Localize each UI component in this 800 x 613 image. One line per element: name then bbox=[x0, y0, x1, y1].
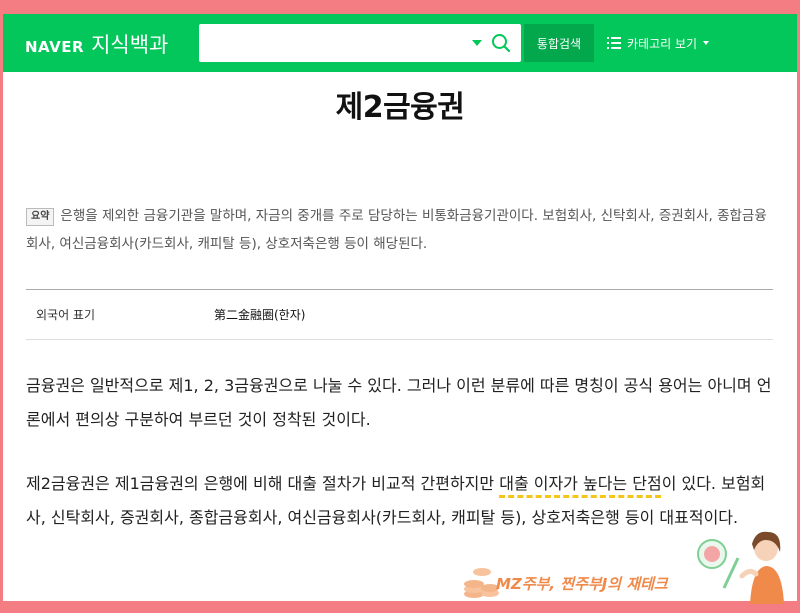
highlighted-text: 대출 이자가 높다는 단점 bbox=[499, 474, 662, 493]
integrated-search-button[interactable]: 통합검색 bbox=[524, 24, 594, 62]
naver-logo[interactable]: NAVER 지식백과 bbox=[25, 29, 168, 59]
search-icon[interactable] bbox=[490, 32, 512, 54]
info-value: 第二金融圈(한자) bbox=[214, 308, 306, 322]
category-view-button[interactable]: 카테고리 보기 bbox=[607, 24, 710, 62]
caret-down-icon[interactable] bbox=[472, 40, 482, 46]
page-title: 제2금융권 bbox=[335, 90, 465, 125]
logo-service: 지식백과 bbox=[91, 33, 169, 57]
body-paragraph-1: 금융권은 일반적으로 제1, 2, 3금융권으로 나눌 수 있다. 그러나 이런… bbox=[26, 376, 772, 429]
blog-watermark: MZ주부, 찐주부J의 재테크 bbox=[496, 575, 668, 593]
search-box bbox=[199, 24, 521, 62]
summary-text: 은행을 제외한 금융기관을 말하며, 자금의 중개를 주로 담당하는 비통화금융… bbox=[26, 208, 767, 252]
body-paragraph-2: 제2금융권은 제1금융권의 은행에 비해 대출 절차가 비교적 간편하지만 대출… bbox=[26, 467, 774, 535]
chevron-down-icon bbox=[703, 41, 710, 45]
info-label: 외국어 표기 bbox=[36, 308, 96, 322]
search-input[interactable] bbox=[209, 30, 453, 58]
summary-badge: 요약 bbox=[26, 208, 55, 226]
top-header: NAVER 지식백과 통합검색 카테고리 보기 bbox=[3, 14, 797, 72]
paragraph2-before: 제2금융권은 제1금융권의 은행에 비해 대출 절차가 비교적 간편하지만 bbox=[26, 474, 500, 493]
logo-brand: NAVER bbox=[25, 38, 85, 56]
frame-bottom-border bbox=[0, 601, 800, 613]
list-icon bbox=[607, 37, 621, 49]
person-illustration bbox=[697, 531, 784, 604]
info-table: 외국어 표기 第二金融圈(한자) bbox=[26, 289, 773, 340]
category-button-label: 카테고리 보기 bbox=[627, 36, 698, 51]
frame-top-border bbox=[0, 0, 800, 14]
summary-section: 요약 은행을 제외한 금융기관을 말하며, 자금의 중개를 주로 담당하는 비통화… bbox=[26, 202, 771, 258]
